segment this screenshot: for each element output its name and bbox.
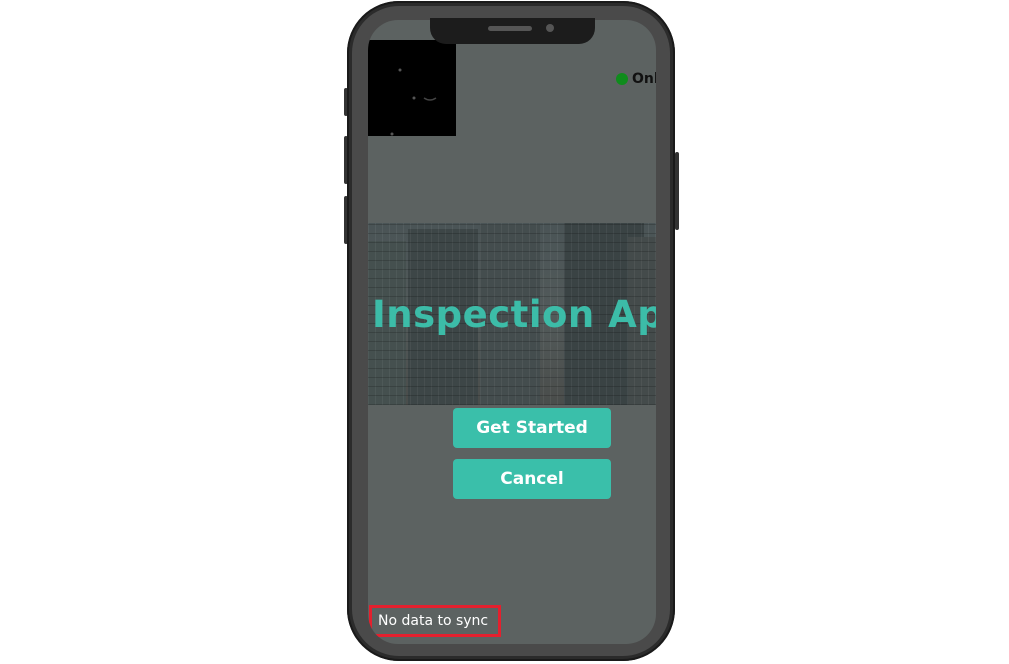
app-screen: Onl Inspection Ap Get Started Cancel No … xyxy=(368,20,656,644)
get-started-button[interactable]: Get Started xyxy=(453,408,611,448)
sync-status-text: No data to sync xyxy=(378,613,489,629)
app-title: Inspection Ap xyxy=(372,293,656,336)
power-button xyxy=(675,152,679,230)
logo-icon xyxy=(368,40,456,136)
speaker-grille xyxy=(488,26,532,31)
cancel-button[interactable]: Cancel xyxy=(453,459,611,499)
status-dot-icon xyxy=(616,73,628,85)
hero-banner: Inspection Ap xyxy=(368,223,656,405)
front-camera xyxy=(546,24,554,32)
connection-status: Onl xyxy=(616,70,656,88)
status-label: Onl xyxy=(632,71,656,87)
sync-status: No data to sync xyxy=(369,605,501,637)
phone-notch xyxy=(430,18,595,44)
